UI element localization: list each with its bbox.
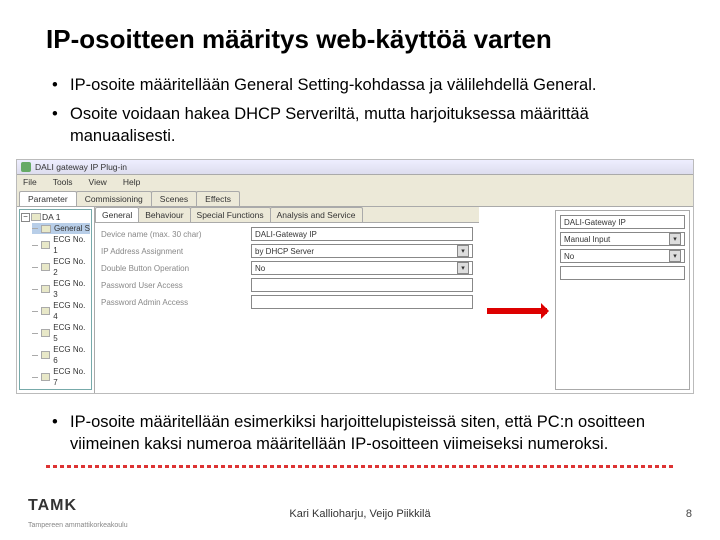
item-icon bbox=[41, 307, 51, 315]
value: by DHCP Server bbox=[255, 247, 314, 256]
tree-root-label: DA 1 bbox=[42, 212, 60, 222]
item-icon bbox=[41, 285, 51, 293]
bullet-1: IP-osoite määritellään General Setting-k… bbox=[46, 75, 674, 96]
collapse-icon[interactable]: − bbox=[21, 213, 30, 222]
value: No bbox=[564, 252, 574, 261]
tab-effects[interactable]: Effects bbox=[196, 191, 240, 206]
chevron-down-icon[interactable]: ▾ bbox=[669, 233, 681, 245]
row-pw-admin: Password Admin Access bbox=[101, 295, 473, 309]
app-title: DALI gateway IP Plug-in bbox=[35, 162, 127, 172]
app-screenshot: DALI gateway IP Plug-in File Tools View … bbox=[16, 159, 694, 394]
field-pw-admin[interactable] bbox=[251, 295, 473, 309]
label-ip-assignment: IP Address Assignment bbox=[101, 247, 251, 256]
tree-root[interactable]: − DA 1 bbox=[21, 211, 90, 223]
form-panel: General Behaviour Special Functions Anal… bbox=[95, 207, 479, 393]
tab-parameter[interactable]: Parameter bbox=[19, 191, 77, 206]
menu-view[interactable]: View bbox=[89, 177, 107, 187]
tree-item-label: ECG No. 6 bbox=[53, 344, 90, 366]
inset-panel: DALI-Gateway IP Manual Input ▾ No ▾ bbox=[555, 210, 690, 390]
menubar: File Tools View Help bbox=[17, 175, 693, 189]
tab-scenes[interactable]: Scenes bbox=[151, 191, 197, 206]
field-ip-assignment[interactable]: by DHCP Server ▾ bbox=[251, 244, 473, 258]
inset-field-pw-user[interactable] bbox=[560, 266, 685, 280]
menu-help[interactable]: Help bbox=[123, 177, 140, 187]
row-pw-user: Password User Access bbox=[101, 278, 473, 292]
arrow-annotation bbox=[487, 207, 547, 393]
bullet-3: IP-osoite määritellään esimerkiksi harjo… bbox=[46, 412, 674, 455]
label-device-name: Device name (max. 30 char) bbox=[101, 230, 251, 239]
subtab-analysis[interactable]: Analysis and Service bbox=[270, 207, 363, 222]
tree-panel: − DA 1 General S ECG No. 1 ECG No. 2 ECG… bbox=[17, 207, 95, 393]
subtab-special[interactable]: Special Functions bbox=[190, 207, 271, 222]
chevron-down-icon[interactable]: ▾ bbox=[457, 262, 469, 274]
field-device-name[interactable]: DALI-Gateway IP bbox=[251, 227, 473, 241]
tree-item-label: ECG No. 5 bbox=[53, 322, 90, 344]
tree-item-label: ECG No. 2 bbox=[53, 256, 90, 278]
tree-item-ecg3[interactable]: ECG No. 3 bbox=[32, 278, 90, 300]
page-title: IP-osoitteen määritys web-käyttöä varten bbox=[46, 24, 674, 55]
label-pw-admin: Password Admin Access bbox=[101, 298, 251, 307]
chevron-down-icon[interactable]: ▾ bbox=[669, 250, 681, 262]
label-pw-user: Password User Access bbox=[101, 281, 251, 290]
row-ip-assignment: IP Address Assignment by DHCP Server ▾ bbox=[101, 244, 473, 258]
sub-tabs: General Behaviour Special Functions Anal… bbox=[95, 207, 479, 223]
tree-item-label: ECG No. 3 bbox=[53, 278, 90, 300]
main-tabs: Parameter Commissioning Scenes Effects bbox=[17, 189, 693, 206]
tree-item-label: ECG No. 7 bbox=[53, 366, 90, 388]
value: Manual Input bbox=[564, 235, 610, 244]
inset-field-device-name[interactable]: DALI-Gateway IP bbox=[560, 215, 685, 229]
tree-item-label: ECG No. 1 bbox=[53, 234, 90, 256]
item-icon bbox=[41, 225, 51, 233]
chevron-down-icon[interactable]: ▾ bbox=[457, 245, 469, 257]
divider bbox=[46, 465, 674, 468]
tree-item-ecg7[interactable]: ECG No. 7 bbox=[32, 366, 90, 388]
value: DALI-Gateway IP bbox=[564, 218, 626, 227]
logo-sub: Tampereen ammattikorkeakoulu bbox=[28, 522, 128, 529]
item-icon bbox=[41, 263, 51, 271]
value: DALI-Gateway IP bbox=[255, 230, 317, 239]
bullet-2: Osoite voidaan hakea DHCP Serveriltä, mu… bbox=[46, 104, 674, 147]
item-icon bbox=[41, 373, 51, 381]
titlebar: DALI gateway IP Plug-in bbox=[17, 160, 693, 175]
field-double-button[interactable]: No ▾ bbox=[251, 261, 473, 275]
tree-item-ecg5[interactable]: ECG No. 5 bbox=[32, 322, 90, 344]
value: No bbox=[255, 264, 265, 273]
row-double-button: Double Button Operation No ▾ bbox=[101, 261, 473, 275]
tree-item-ecg6[interactable]: ECG No. 6 bbox=[32, 344, 90, 366]
field-pw-user[interactable] bbox=[251, 278, 473, 292]
tree-item-label: ECG No. 4 bbox=[53, 300, 90, 322]
tab-commissioning[interactable]: Commissioning bbox=[76, 191, 152, 206]
item-icon bbox=[41, 241, 51, 249]
inset-field-ip-assignment[interactable]: Manual Input ▾ bbox=[560, 232, 685, 246]
menu-tools[interactable]: Tools bbox=[53, 177, 73, 187]
menu-file[interactable]: File bbox=[23, 177, 37, 187]
tree-item-general[interactable]: General S bbox=[32, 223, 90, 234]
app-icon bbox=[21, 162, 31, 172]
tree-item-ecg2[interactable]: ECG No. 2 bbox=[32, 256, 90, 278]
inset-field-double-button[interactable]: No ▾ bbox=[560, 249, 685, 263]
folder-icon bbox=[31, 213, 41, 221]
subtab-behaviour[interactable]: Behaviour bbox=[138, 207, 190, 222]
label-double-button: Double Button Operation bbox=[101, 264, 251, 273]
tree-item-ecg4[interactable]: ECG No. 4 bbox=[32, 300, 90, 322]
row-device-name: Device name (max. 30 char) DALI-Gateway … bbox=[101, 227, 473, 241]
arrow-icon bbox=[487, 308, 547, 314]
item-icon bbox=[41, 329, 51, 337]
subtab-general[interactable]: General bbox=[95, 207, 139, 222]
item-icon bbox=[41, 351, 51, 359]
footer-authors: Kari Kallioharju, Veijo Piikkilä bbox=[0, 508, 720, 520]
tree-item-ecg1[interactable]: ECG No. 1 bbox=[32, 234, 90, 256]
tree-item-label: General S bbox=[54, 223, 90, 234]
